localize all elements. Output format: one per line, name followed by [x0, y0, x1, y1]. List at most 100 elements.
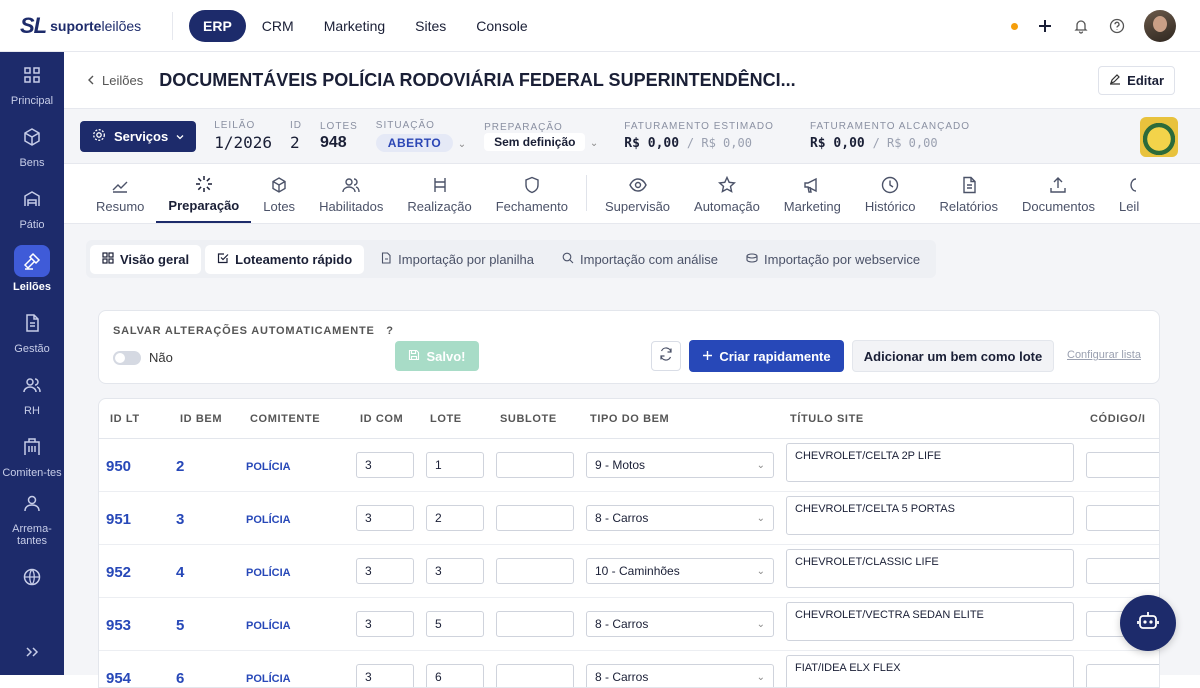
col-id-com[interactable]: ID COM	[360, 413, 403, 425]
id-com-input[interactable]: 3	[356, 505, 414, 531]
back-link[interactable]: Leilões	[86, 73, 143, 88]
codigo-input[interactable]	[1086, 664, 1159, 687]
tipo-bem-select[interactable]: 8 - Carros ⌄	[586, 505, 774, 531]
help-icon[interactable]	[1108, 17, 1126, 35]
lote-input[interactable]: 5	[426, 611, 484, 637]
topnav-crm[interactable]: CRM	[248, 10, 308, 42]
tipo-bem-select[interactable]: 8 - Carros ⌄	[586, 611, 774, 637]
sublote-input[interactable]	[496, 664, 574, 687]
id-bem-link[interactable]: 3	[176, 511, 184, 528]
id-lt-link[interactable]: 950	[106, 458, 131, 475]
tab-habilitados[interactable]: Habilitados	[307, 165, 395, 223]
col-id-lt[interactable]: ID LT	[110, 413, 140, 425]
topnav-console[interactable]: Console	[462, 10, 541, 42]
tipo-bem-select[interactable]: 9 - Motos ⌄	[586, 452, 774, 478]
preparacao-select[interactable]: Sem definição ⌄	[484, 132, 598, 151]
lote-input[interactable]: 3	[426, 558, 484, 584]
sidebar-item-rh[interactable]: RH	[0, 362, 64, 424]
services-button[interactable]: Serviços	[80, 120, 197, 152]
comitente-link[interactable]: POLÍCIA	[246, 514, 291, 526]
sublote-input[interactable]	[496, 505, 574, 531]
tab-leil[interactable]: Leil	[1107, 165, 1139, 223]
col-tipo-bem[interactable]: TIPO DO BEM	[590, 413, 669, 425]
sublote-input[interactable]	[496, 611, 574, 637]
edit-button[interactable]: Editar	[1098, 66, 1175, 95]
col-id-bem[interactable]: ID BEM	[180, 413, 222, 425]
id-com-input[interactable]: 3	[356, 452, 414, 478]
comitente-link[interactable]: POLÍCIA	[246, 567, 291, 579]
plus-icon[interactable]	[1036, 17, 1054, 35]
id-com-input[interactable]: 3	[356, 558, 414, 584]
id-bem-link[interactable]: 4	[176, 564, 184, 581]
sidebar-item-leiloes[interactable]: Leilões	[0, 238, 64, 300]
topnav-erp[interactable]: ERP	[189, 9, 246, 42]
col-comitente[interactable]: COMITENTE	[250, 413, 320, 425]
id-bem-link[interactable]: 2	[176, 458, 184, 475]
id-bem-link[interactable]: 5	[176, 617, 184, 634]
id-lt-link[interactable]: 953	[106, 617, 131, 634]
comitente-link[interactable]: POLÍCIA	[246, 461, 291, 473]
sublote-input[interactable]	[496, 558, 574, 584]
tipo-bem-select[interactable]: 8 - Carros ⌄	[586, 664, 774, 687]
subtab-importacao-analise[interactable]: Importação com análise	[550, 245, 730, 274]
sidebar-item-patio[interactable]: Pátio	[0, 176, 64, 238]
logo[interactable]: SL suporteleilões	[20, 13, 150, 39]
tipo-bem-select[interactable]: 10 - Caminhões ⌄	[586, 558, 774, 584]
titulo-site-textarea[interactable]: CHEVROLET/CLASSIC LIFE	[786, 549, 1074, 588]
col-titulo-site[interactable]: TÍTULO SITE	[790, 413, 864, 425]
bell-icon[interactable]	[1072, 17, 1090, 35]
tab-supervisao[interactable]: Supervisão	[593, 165, 682, 223]
situacao-select[interactable]: ABERTO ⌄	[375, 131, 466, 152]
tab-preparacao[interactable]: Preparação	[156, 165, 252, 223]
sidebar-item-comitentes[interactable]: Comiten-tes	[0, 424, 64, 486]
titulo-site-textarea[interactable]: CHEVROLET/CELTA 5 PORTAS	[786, 496, 1074, 535]
id-lt-link[interactable]: 954	[106, 670, 131, 687]
id-com-input[interactable]: 3	[356, 611, 414, 637]
lote-input[interactable]: 2	[426, 505, 484, 531]
configure-list-link[interactable]: Configurar lista	[1067, 349, 1141, 361]
subtab-visao-geral[interactable]: Visão geral	[90, 244, 202, 274]
lote-input[interactable]: 1	[426, 452, 484, 478]
saved-button[interactable]: Salvo!	[395, 341, 479, 371]
sidebar-item-arrematantes[interactable]: Arrema-tantes	[0, 486, 64, 548]
tab-automacao[interactable]: Automação	[682, 165, 772, 223]
subtab-loteamento-rapido[interactable]: Loteamento rápido	[205, 244, 365, 274]
sidebar-item-bens[interactable]: Bens	[0, 114, 64, 176]
add-item-as-lot-button[interactable]: Adicionar um bem como lote	[852, 340, 1054, 372]
tab-relatorios[interactable]: Relatórios	[927, 165, 1010, 223]
titulo-site-textarea[interactable]: CHEVROLET/CELTA 2P LIFE	[786, 443, 1074, 482]
tab-fechamento[interactable]: Fechamento	[484, 165, 580, 223]
help-icon[interactable]: ?	[386, 325, 394, 337]
codigo-input[interactable]	[1086, 558, 1159, 584]
tab-documentos[interactable]: Documentos	[1010, 165, 1107, 223]
id-bem-link[interactable]: 6	[176, 670, 184, 687]
codigo-input[interactable]	[1086, 452, 1159, 478]
comitente-link[interactable]: POLÍCIA	[246, 620, 291, 632]
id-com-input[interactable]: 3	[356, 664, 414, 687]
tab-resumo[interactable]: Resumo	[84, 165, 156, 223]
titulo-site-textarea[interactable]: CHEVROLET/VECTRA SEDAN ELITE	[786, 602, 1074, 641]
create-quick-button[interactable]: Criar rapidamente	[689, 340, 844, 372]
tab-realizacao[interactable]: Realização	[395, 165, 483, 223]
autosave-toggle[interactable]	[113, 351, 141, 365]
col-sublote[interactable]: SUBLOTE	[500, 413, 557, 425]
tab-marketing[interactable]: Marketing	[772, 165, 853, 223]
lote-input[interactable]: 6	[426, 664, 484, 687]
sidebar-item-sites[interactable]	[0, 548, 64, 610]
col-codigo[interactable]: CÓDIGO/I	[1090, 413, 1146, 425]
subtab-importacao-webservice[interactable]: Importação por webservice	[734, 245, 932, 274]
tab-historico[interactable]: Histórico	[853, 165, 928, 223]
id-lt-link[interactable]: 952	[106, 564, 131, 581]
chevrons-right-icon[interactable]	[24, 644, 40, 665]
avatar[interactable]	[1144, 10, 1176, 42]
titulo-site-textarea[interactable]: FIAT/IDEA ELX FLEX	[786, 655, 1074, 687]
id-lt-link[interactable]: 951	[106, 511, 131, 528]
assistant-bot-button[interactable]	[1120, 595, 1176, 651]
topnav-sites[interactable]: Sites	[401, 10, 460, 42]
tab-lotes[interactable]: Lotes	[251, 165, 307, 223]
refresh-button[interactable]	[651, 341, 681, 371]
sidebar-item-gestao[interactable]: Gestão	[0, 300, 64, 362]
col-lote[interactable]: LOTE	[430, 413, 462, 425]
sublote-input[interactable]	[496, 452, 574, 478]
sidebar-item-principal[interactable]: Principal	[0, 52, 64, 114]
